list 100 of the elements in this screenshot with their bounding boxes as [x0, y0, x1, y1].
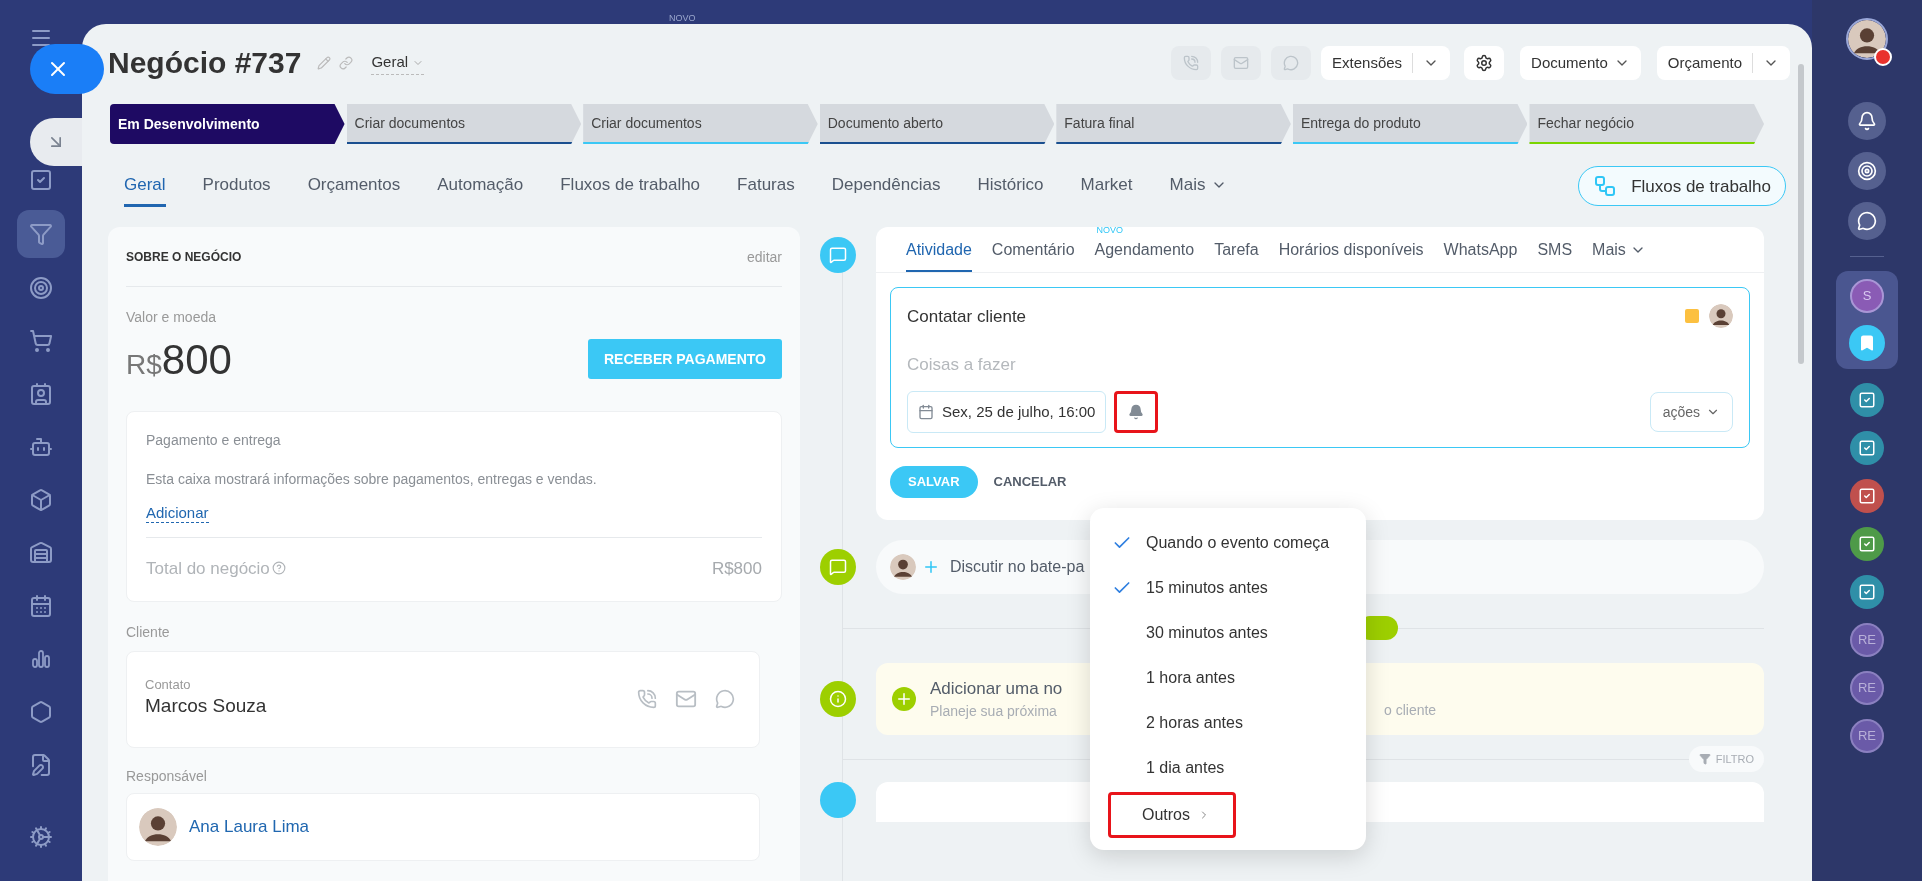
task-button[interactable]: [1850, 527, 1884, 561]
view-selector[interactable]: Geral: [371, 51, 425, 75]
new-label: NOVO: [1096, 223, 1124, 237]
minimize-button[interactable]: [30, 118, 82, 166]
gear-icon[interactable]: [29, 825, 53, 849]
checkbox-icon: [1858, 583, 1876, 601]
pipeline-stage[interactable]: Criar documentos: [346, 104, 582, 144]
currency-symbol: R$: [126, 348, 162, 382]
funnel-icon: [1698, 753, 1711, 765]
bell-icon[interactable]: [1857, 111, 1877, 131]
hexagon-icon[interactable]: [29, 700, 53, 724]
activity-tab[interactable]: Tarefa: [1214, 237, 1259, 272]
activity-tab[interactable]: Mais: [1592, 237, 1646, 272]
total-value: R$800: [711, 557, 762, 580]
deal-amount: 800: [161, 334, 232, 385]
responsible-name[interactable]: Ana Laura Lima: [189, 813, 310, 840]
activity-tab[interactable]: Comentário: [991, 237, 1075, 272]
menu-item[interactable]: 30 minutos antes: [1090, 610, 1366, 655]
menu-item[interactable]: Quando o evento começa: [1090, 520, 1366, 565]
phone-icon: [1183, 55, 1200, 71]
pipeline-stage[interactable]: Em Desenvolvimento: [110, 104, 345, 144]
bar-chart-icon[interactable]: [29, 647, 53, 671]
pipeline-stage[interactable]: Documento aberto: [819, 104, 1055, 144]
card-description: Esta caixa mostrará informações sobre pagamentos, entregas e vendas.: [146, 469, 598, 489]
menu-item[interactable]: 1 hora antes: [1090, 655, 1366, 700]
total-label: Total do negócio: [146, 557, 270, 580]
tab[interactable]: Orçamentos: [307, 166, 401, 207]
tab[interactable]: Histórico: [977, 166, 1044, 207]
activity-tab[interactable]: Horários disponíveis: [1278, 237, 1424, 272]
add-link[interactable]: Adicionar: [146, 503, 209, 523]
activity-tab[interactable]: SMS: [1537, 237, 1573, 272]
help-icon[interactable]: [271, 561, 286, 576]
calendar-icon: [918, 404, 934, 420]
activity-tab[interactable]: WhatsApp: [1443, 237, 1518, 272]
workflows-button[interactable]: Fluxos de trabalho: [1578, 166, 1786, 207]
workflow-icon: [1593, 174, 1618, 199]
spiral-icon[interactable]: [1857, 161, 1877, 181]
extensions-button[interactable]: Extensões: [1321, 46, 1451, 80]
checkbox-icon: [1858, 487, 1876, 505]
checkbox-icon[interactable]: [29, 168, 53, 192]
pipeline-stage[interactable]: Fatura final: [1056, 104, 1291, 144]
menu-item[interactable]: Outros: [1114, 795, 1230, 835]
pipeline-stage[interactable]: Criar documentos: [583, 104, 818, 144]
activity-tab[interactable]: Atividade: [906, 237, 972, 272]
contact-label: Contato: [145, 678, 192, 692]
pipeline-stage[interactable]: Entrega do produto: [1292, 104, 1528, 144]
cart-icon[interactable]: [29, 329, 53, 353]
comment-icon: [820, 236, 856, 273]
document-button[interactable]: Documento: [1520, 46, 1641, 80]
chat-sync-icon[interactable]: [1857, 211, 1877, 231]
alert-badge-icon: [1874, 48, 1892, 66]
warehouse-icon[interactable]: [29, 541, 53, 565]
field-label: Valor e moeda: [126, 307, 217, 327]
contact-card-icon[interactable]: [29, 382, 53, 406]
banner-subtitle-end: o cliente: [1384, 701, 1437, 720]
box-icon[interactable]: [29, 488, 53, 512]
menu-item[interactable]: 2 horas antes: [1090, 700, 1366, 745]
contact-name: Marcos Souza: [145, 694, 267, 718]
tab[interactable]: Mais: [1169, 166, 1228, 207]
tab[interactable]: Market: [1080, 166, 1133, 207]
color-marker-icon[interactable]: [1685, 309, 1699, 324]
field-label: Responsável: [126, 766, 208, 786]
description-input[interactable]: Coisas a fazer: [907, 349, 1733, 381]
settings-icon: [1475, 54, 1494, 72]
avatar: [890, 554, 916, 580]
target-icon[interactable]: [29, 276, 53, 300]
discussion-text: Discutir no bate-pa: [950, 557, 1085, 577]
estimate-button[interactable]: Orçamento: [1656, 46, 1790, 80]
actions-dropdown[interactable]: ações: [1649, 392, 1733, 432]
menu-item[interactable]: 1 dia antes: [1090, 745, 1366, 790]
cancel-button[interactable]: CANCELAR: [993, 472, 1067, 492]
settings-button[interactable]: [1464, 46, 1505, 80]
banner-subtitle: Planeje sua próxima: [930, 702, 1057, 722]
chat-icon: [1283, 55, 1300, 71]
funnel-icon[interactable]: [29, 222, 53, 246]
scrollbar[interactable]: [1798, 64, 1804, 364]
tab[interactable]: Automação: [437, 166, 524, 207]
document-pen-icon[interactable]: [29, 753, 53, 777]
task-button[interactable]: [1850, 479, 1884, 513]
checkbox-icon: [1858, 439, 1876, 457]
banner-title: Adicionar uma no: [930, 677, 1063, 700]
mail-icon: [1233, 55, 1250, 71]
calendar-icon[interactable]: [29, 594, 53, 618]
tab[interactable]: Fluxos de trabalho: [560, 166, 701, 207]
menu-item[interactable]: 15 minutos antes: [1090, 565, 1366, 610]
close-button[interactable]: [30, 44, 104, 94]
task-button[interactable]: [1850, 575, 1884, 609]
task-button[interactable]: [1850, 383, 1884, 417]
tab[interactable]: Geral: [124, 166, 166, 207]
avatar: [139, 807, 177, 846]
date-button[interactable]: Sex, 25 de julho, 16:00: [907, 391, 1107, 433]
avatar: [1709, 304, 1733, 329]
tab[interactable]: Produtos: [202, 166, 271, 207]
activity-title: Contatar cliente: [907, 305, 1027, 328]
tab[interactable]: Faturas: [737, 166, 795, 207]
task-button[interactable]: [1850, 431, 1884, 465]
pipeline-stage[interactable]: Fechar negócio: [1529, 104, 1765, 144]
field-label: Cliente: [126, 623, 171, 642]
tab[interactable]: Dependências: [831, 166, 941, 207]
robot-icon[interactable]: [29, 435, 53, 459]
